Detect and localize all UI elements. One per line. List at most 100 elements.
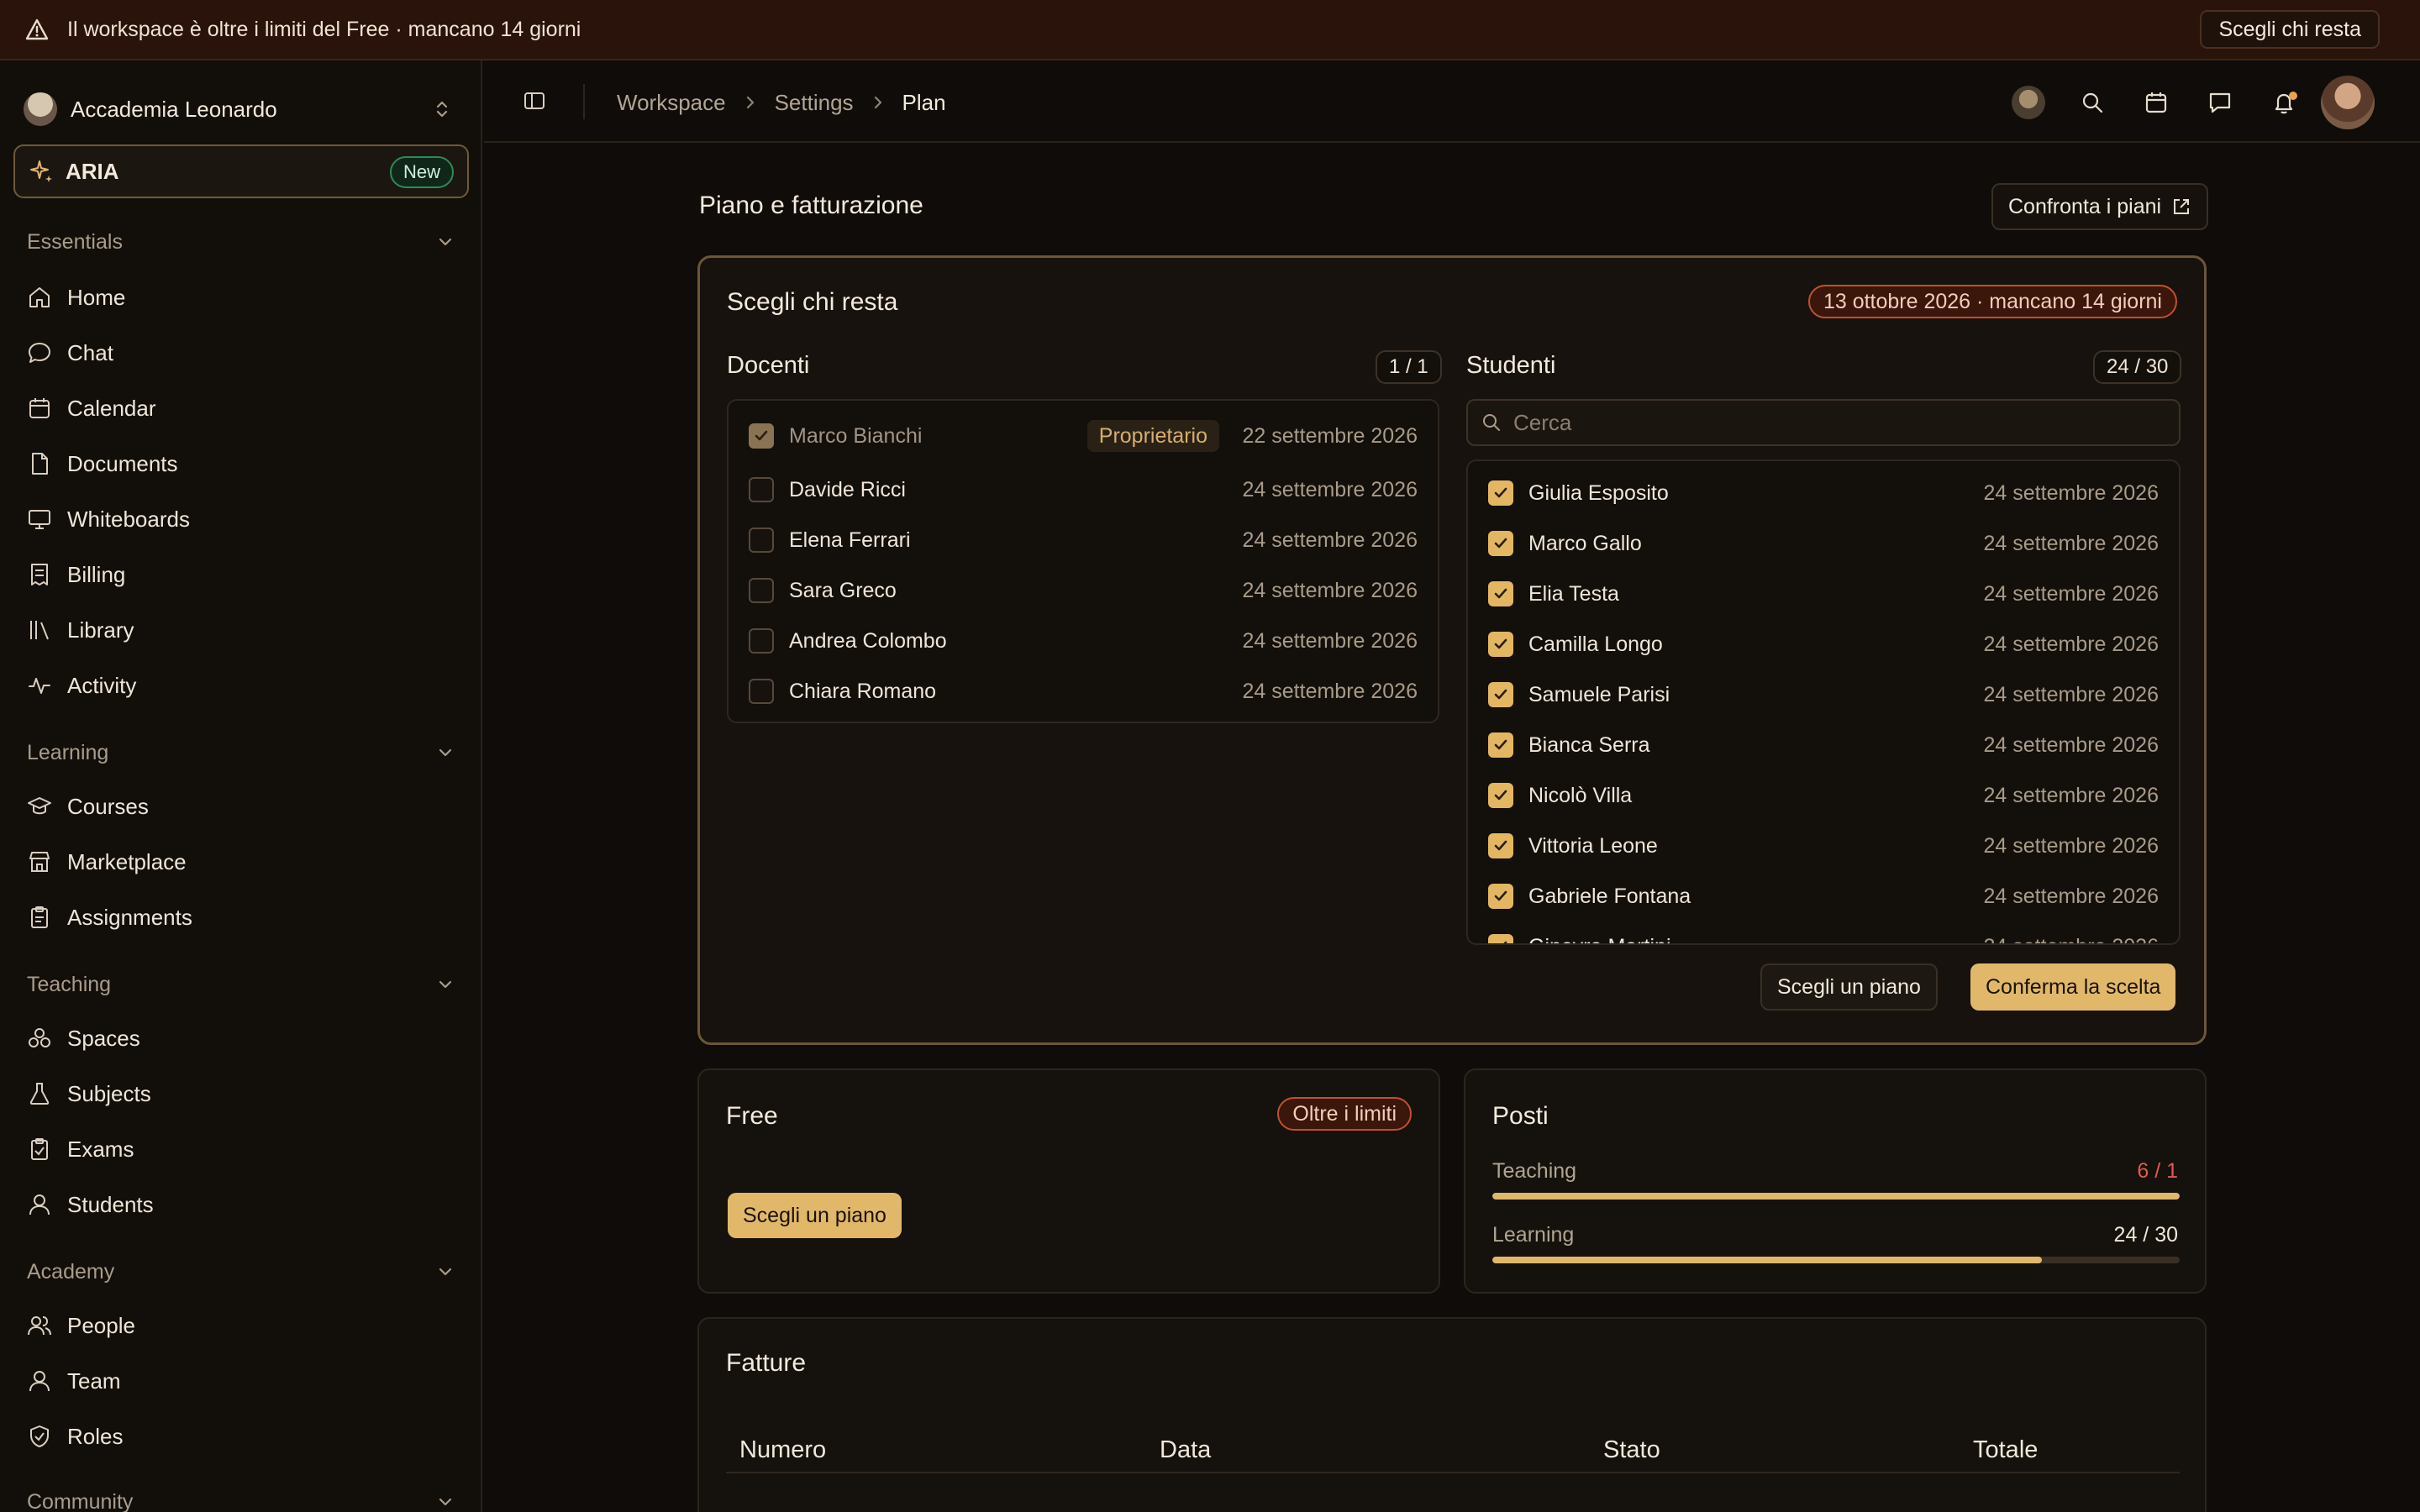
teachers-count: 1 / 1 [1376, 350, 1442, 384]
student-row[interactable]: Bianca Serra 24 settembre 2026 [1468, 720, 2179, 770]
teacher-row[interactable]: Elena Ferrari 24 settembre 2026 [729, 515, 1438, 565]
checkbox[interactable] [1488, 732, 1513, 758]
workspace-switcher[interactable]: Accademia Leonardo [24, 84, 452, 134]
sidebar-item-library[interactable]: Library [27, 606, 455, 654]
students-list[interactable]: Giulia Esposito 24 settembre 2026 Marco … [1466, 459, 2181, 945]
sidebar-item-team[interactable]: Team [27, 1357, 455, 1404]
compare-plans-button[interactable]: Confronta i piani [1991, 183, 2209, 230]
activity-icon [27, 673, 52, 698]
sidebar-item-exams[interactable]: Exams [27, 1126, 455, 1173]
teacher-date: 24 settembre 2026 [1242, 477, 1418, 501]
choose-plan-button[interactable]: Scegli un piano [1760, 963, 1938, 1011]
page-title: Piano e fatturazione [699, 192, 923, 219]
checkbox[interactable] [749, 528, 774, 553]
chevron-right-icon [743, 93, 758, 112]
teacher-date: 22 settembre 2026 [1242, 423, 1418, 448]
confirm-choice-button[interactable]: Conferma la scelta [1970, 963, 2176, 1011]
student-row[interactable]: Gabriele Fontana 24 settembre 2026 [1468, 871, 2179, 921]
sidebar-item-subjects[interactable]: Subjects [27, 1070, 455, 1117]
bell-icon[interactable] [2252, 90, 2316, 115]
checkbox[interactable] [1488, 934, 1513, 943]
student-date: 24 settembre 2026 [1983, 632, 2159, 656]
sidebar-item-chat[interactable]: Chat [27, 329, 455, 376]
sidebar-item-whiteboards[interactable]: Whiteboards [27, 496, 455, 543]
aria-button[interactable]: ARIA New [13, 144, 469, 198]
checkbox[interactable] [1488, 682, 1513, 707]
breadcrumb: Workspace Settings Plan [617, 84, 946, 121]
column-status[interactable]: Stato [1603, 1436, 1660, 1464]
deadline-badge: 13 ottobre 2026 · mancano 14 giorni [1807, 285, 2177, 318]
choose-plan-button[interactable]: Scegli un piano [728, 1193, 902, 1238]
student-date: 24 settembre 2026 [1983, 732, 2159, 757]
sidebar-item-students[interactable]: Students [27, 1181, 455, 1228]
chevron-down-icon [435, 1262, 455, 1282]
checkbox[interactable] [1488, 531, 1513, 556]
choose-who-stays-button[interactable]: Scegli chi resta [2200, 10, 2380, 49]
sidebar-item-roles[interactable]: Roles [27, 1413, 455, 1460]
teacher-row[interactable]: Davide Ricci 24 settembre 2026 [729, 465, 1438, 515]
checkbox[interactable] [1488, 581, 1513, 606]
search-icon[interactable] [2060, 90, 2124, 115]
checkbox[interactable] [1488, 480, 1513, 506]
column-total[interactable]: Totale [1973, 1436, 2038, 1464]
checkbox[interactable] [749, 628, 774, 654]
student-row[interactable]: Elia Testa 24 settembre 2026 [1468, 569, 2179, 619]
teacher-row[interactable]: Andrea Colombo 24 settembre 2026 [729, 616, 1438, 666]
section-header-teaching[interactable]: Teaching [27, 968, 455, 1001]
sidebar-item-label: Assignments [67, 904, 192, 930]
checkbox[interactable] [1488, 884, 1513, 909]
user-avatar[interactable] [2316, 76, 2380, 129]
search-input[interactable] [1513, 409, 2152, 436]
student-date: 24 settembre 2026 [1983, 682, 2159, 706]
breadcrumb-workspace[interactable]: Workspace [617, 90, 726, 116]
teacher-name: Chiara Romano [789, 679, 937, 703]
student-row[interactable]: Giulia Esposito 24 settembre 2026 [1468, 468, 2179, 518]
student-row[interactable]: Nicolò Villa 24 settembre 2026 [1468, 770, 2179, 821]
messages-icon[interactable] [2188, 90, 2252, 115]
student-row[interactable]: Marco Gallo 24 settembre 2026 [1468, 518, 2179, 569]
column-date[interactable]: Data [1160, 1436, 1211, 1464]
section-header-community[interactable]: Community [27, 1485, 455, 1512]
student-row[interactable]: Camilla Longo 24 settembre 2026 [1468, 619, 2179, 669]
checkbox[interactable] [1488, 783, 1513, 808]
top-bar: Workspace Settings Plan [484, 60, 2420, 143]
checkbox[interactable] [1488, 632, 1513, 657]
section-header-essentials[interactable]: Essentials [27, 225, 455, 259]
chevron-right-icon [871, 93, 886, 112]
student-row[interactable]: Ginevra Martini 24 settembre 2026 [1468, 921, 2179, 944]
sidebar-item-people[interactable]: People [27, 1302, 455, 1349]
sidebar-item-activity[interactable]: Activity [27, 662, 455, 709]
sidebar-item-calendar[interactable]: Calendar [27, 385, 455, 432]
checkbox[interactable] [1488, 833, 1513, 858]
student-date: 24 settembre 2026 [1984, 935, 2159, 944]
sidebar-item-courses[interactable]: Courses [27, 783, 455, 830]
sidebar-item-assignments[interactable]: Assignments [27, 894, 455, 941]
chat-bubble-icon [27, 340, 52, 365]
students-search[interactable] [1466, 399, 2181, 446]
checkbox [749, 423, 774, 449]
column-number[interactable]: Numero [739, 1436, 826, 1464]
sidebar-item-billing[interactable]: Billing [27, 551, 455, 598]
student-name: Vittoria Leone [1528, 833, 1658, 858]
sidebar-item-spaces[interactable]: Spaces [27, 1015, 455, 1062]
sidebar-toggle-icon[interactable] [523, 89, 546, 113]
sidebar-item-label: Whiteboards [67, 506, 190, 532]
sidebar-item-home[interactable]: Home [27, 274, 455, 321]
assistant-avatar[interactable] [1996, 86, 2060, 119]
checkbox[interactable] [749, 578, 774, 603]
checkbox[interactable] [749, 477, 774, 502]
section-header-learning[interactable]: Learning [27, 736, 455, 769]
sidebar-item-label: Marketplace [67, 848, 187, 874]
calendar-icon[interactable] [2124, 90, 2188, 115]
teacher-row[interactable]: Chiara Romano 24 settembre 2026 [729, 666, 1438, 717]
checkbox[interactable] [749, 679, 774, 704]
sidebar-item-documents[interactable]: Documents [27, 440, 455, 487]
sidebar-item-marketplace[interactable]: Marketplace [27, 838, 455, 885]
teacher-date: 24 settembre 2026 [1242, 628, 1418, 653]
store-icon [27, 849, 52, 874]
student-row[interactable]: Vittoria Leone 24 settembre 2026 [1468, 821, 2179, 871]
student-row[interactable]: Samuele Parisi 24 settembre 2026 [1468, 669, 2179, 720]
section-header-academy[interactable]: Academy [27, 1255, 455, 1289]
teacher-row[interactable]: Sara Greco 24 settembre 2026 [729, 565, 1438, 616]
breadcrumb-settings[interactable]: Settings [775, 90, 854, 116]
